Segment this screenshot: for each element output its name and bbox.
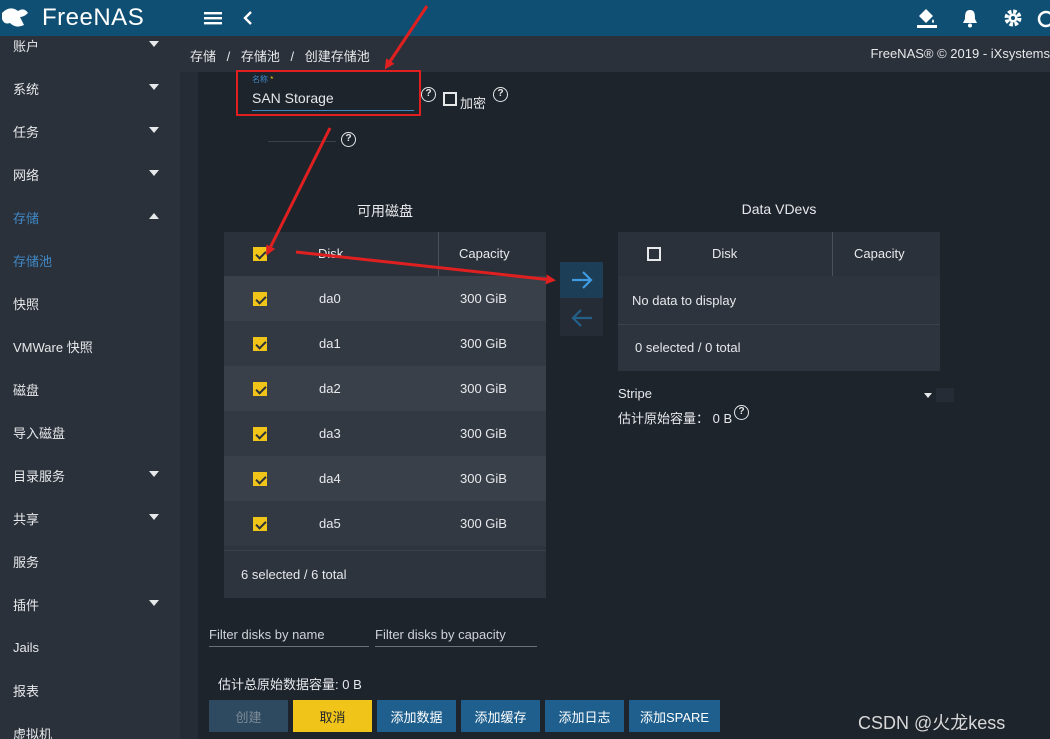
annotation-arrow (384, 5, 429, 70)
annotation-arrows (266, 5, 556, 285)
annotation-arrow (266, 127, 332, 256)
annotation-arrow (295, 250, 556, 285)
